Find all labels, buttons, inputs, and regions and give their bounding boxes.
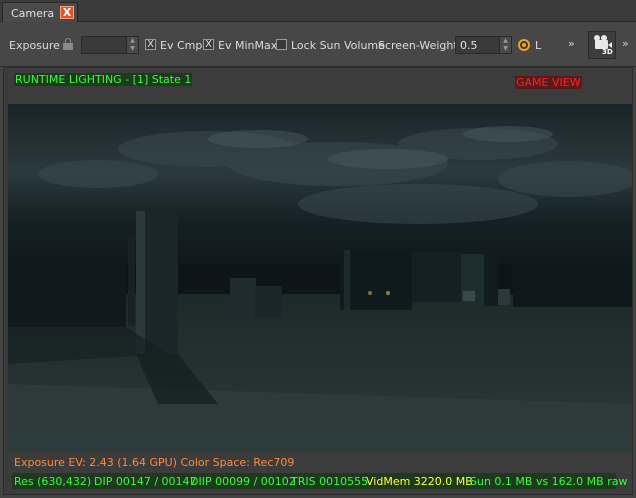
exposure-label: Exposure: [9, 39, 60, 52]
ev-minmax-label: Ev MinMax: [218, 39, 278, 52]
tab-strip: Camera X: [0, 0, 636, 22]
exposure-info: Exposure EV: 2.43 (1.64 GPU) Color Space…: [14, 456, 295, 469]
tab-label: Camera: [11, 7, 55, 20]
scene-image: [8, 104, 632, 452]
l-radio[interactable]: [518, 39, 530, 51]
l-label: L: [535, 39, 542, 52]
close-icon[interactable]: X: [60, 6, 74, 19]
stat-diip: DIIP 00099 / 00102: [190, 475, 296, 488]
stat-tris: TRIS 0010555: [291, 475, 369, 488]
stat-sun: Sun 0.1 MB vs 162.0 MB raw: [470, 475, 628, 488]
screen-weight-label: Screen-Weight: [378, 39, 458, 52]
stat-dip: DIP 00147 / 00147: [94, 475, 197, 488]
render-stats-bar: Res (630,432) DIP 00147 / 00147 DIIP 000…: [12, 473, 627, 489]
screen-weight-input[interactable]: 0.5 ▲ ▼: [455, 36, 512, 54]
lock-sun-checkbox[interactable]: [276, 39, 287, 50]
screen-weight-value: 0.5: [460, 39, 478, 52]
tab-camera[interactable]: Camera X: [2, 2, 78, 22]
game-view-label: GAME VIEW: [515, 76, 582, 89]
stat-res: Res (630,432): [14, 475, 92, 488]
camera-mode-button[interactable]: 3D: [588, 31, 616, 59]
camera-toolbar: Exposure ▲ ▼ X Ev Cmp X Ev MinMax Lock Su…: [0, 23, 636, 67]
scene-render[interactable]: [8, 104, 632, 452]
ev-cmp-label: Ev Cmp: [160, 39, 203, 52]
camera-mode-label: 3D: [602, 48, 613, 56]
stat-vidmem: VidMem 3220.0 MB: [366, 475, 473, 488]
exposure-input[interactable]: ▲ ▼: [81, 36, 139, 54]
lock-sun-label: Lock Sun Volume: [291, 39, 385, 52]
overflow-chevron-right-icon[interactable]: »: [622, 37, 629, 50]
game-viewport[interactable]: RUNTIME LIGHTING - [1] State 1 GAME VIEW: [3, 67, 633, 495]
screen-weight-stepper[interactable]: ▲ ▼: [499, 37, 511, 53]
ev-cmp-checkbox[interactable]: X: [145, 39, 156, 50]
exposure-stepper[interactable]: ▲ ▼: [126, 37, 138, 53]
runtime-lighting-label: RUNTIME LIGHTING - [1] State 1: [14, 73, 193, 86]
lock-icon[interactable]: [63, 38, 73, 50]
overflow-chevron-icon[interactable]: »: [568, 37, 575, 50]
ev-minmax-checkbox[interactable]: X: [203, 39, 214, 50]
